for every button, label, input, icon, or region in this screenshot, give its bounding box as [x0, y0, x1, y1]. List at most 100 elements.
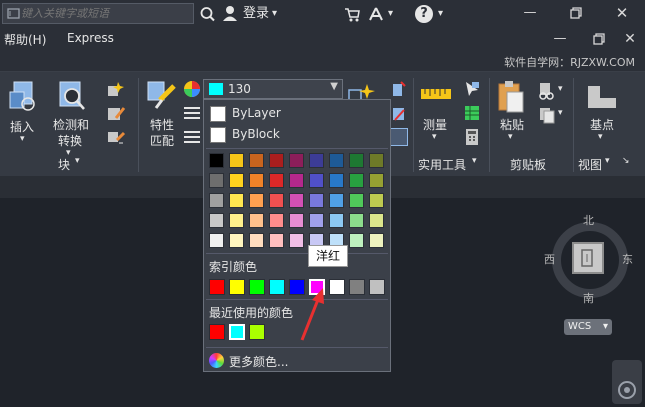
doc-restore-icon[interactable] [591, 30, 607, 48]
help-dropdown-icon[interactable]: ▾ [438, 4, 443, 24]
menu-help[interactable]: 帮助(H) [4, 31, 46, 48]
block-tool-icon-1[interactable] [106, 80, 126, 101]
share-dropdown-icon[interactable]: ▾ [388, 4, 393, 24]
lineweight-icon[interactable] [184, 106, 200, 123]
color-swatch[interactable] [349, 153, 364, 168]
color-swatch[interactable] [249, 193, 264, 208]
color-swatch[interactable] [309, 213, 324, 228]
quick-select-icon[interactable] [464, 80, 480, 101]
login-dropdown-icon[interactable]: ▾ [272, 4, 277, 24]
base-dropdown-icon[interactable]: ▾ [598, 132, 603, 142]
index-color-swatch[interactable] [229, 279, 245, 295]
props-label-2[interactable]: 匹配 [150, 132, 174, 149]
cut-icon[interactable] [538, 82, 556, 103]
user-icon[interactable] [223, 4, 237, 24]
color-combo[interactable]: 130 ▼ [203, 79, 343, 99]
ungroup-icon[interactable] [392, 80, 406, 101]
index-color-swatch[interactable] [329, 279, 345, 295]
color-swatch[interactable] [229, 233, 244, 248]
match-properties-icon[interactable] [146, 80, 178, 115]
color-swatch[interactable] [229, 173, 244, 188]
color-swatch[interactable] [209, 153, 224, 168]
navigation-bar[interactable] [612, 360, 642, 404]
color-swatch[interactable] [289, 153, 304, 168]
menu-express[interactable]: Express [67, 31, 114, 45]
block-tool-icon-3[interactable] [106, 128, 126, 149]
minimize-icon[interactable]: — [522, 4, 538, 22]
cut-dropdown-icon[interactable]: ▾ [558, 84, 563, 94]
search-input[interactable] [21, 5, 191, 22]
color-swatch[interactable] [369, 213, 384, 228]
color-swatch[interactable] [269, 213, 284, 228]
chevron-down-icon[interactable]: ▼ [330, 81, 338, 92]
insert-block-icon[interactable] [8, 80, 38, 117]
compass-east[interactable]: 东 [622, 251, 633, 267]
color-swatch[interactable] [329, 153, 344, 168]
color-swatch[interactable] [209, 213, 224, 228]
color-swatch[interactable] [309, 173, 324, 188]
props-label-1[interactable]: 特性 [150, 116, 174, 133]
color-wheel-icon[interactable] [183, 80, 201, 101]
color-swatch[interactable] [309, 193, 324, 208]
color-swatch[interactable] [209, 233, 224, 248]
share-icon[interactable] [368, 4, 384, 24]
paste-label[interactable]: 粘贴 [500, 116, 524, 133]
option-bylayer[interactable]: ByLayer [208, 105, 386, 123]
doc-close-icon[interactable]: ✕ [622, 30, 638, 48]
color-swatch[interactable] [289, 173, 304, 188]
color-swatch[interactable] [249, 213, 264, 228]
color-swatch[interactable] [249, 153, 264, 168]
login-link[interactable]: 登录 [243, 4, 269, 24]
color-swatch[interactable] [329, 213, 344, 228]
color-swatch[interactable] [349, 213, 364, 228]
index-color-swatch[interactable] [249, 279, 265, 295]
color-swatch[interactable] [229, 193, 244, 208]
color-swatch[interactable] [309, 153, 324, 168]
color-swatch[interactable] [269, 233, 284, 248]
help-icon[interactable]: ? [415, 5, 433, 23]
paste-dropdown-icon[interactable]: ▾ [508, 132, 513, 142]
cart-icon[interactable] [344, 4, 360, 24]
viewcube-top-face[interactable] [572, 242, 604, 274]
detect-label-1[interactable]: 检测和 [53, 116, 89, 133]
index-color-swatch[interactable] [349, 279, 365, 295]
doc-minimize-icon[interactable]: — [552, 30, 568, 48]
block-group-dropdown-icon[interactable]: ▾ [75, 156, 80, 166]
close-icon[interactable]: ✕ [614, 4, 630, 22]
measure-label[interactable]: 测量 [423, 116, 447, 133]
recent-color-swatch[interactable] [209, 324, 225, 340]
index-color-swatch[interactable] [369, 279, 385, 295]
color-swatch[interactable] [249, 173, 264, 188]
view-group-expand-icon[interactable]: ↘ [622, 156, 630, 166]
color-swatch[interactable] [369, 153, 384, 168]
color-swatch[interactable] [289, 193, 304, 208]
group-edit-icon[interactable] [392, 106, 406, 125]
color-swatch[interactable] [289, 233, 304, 248]
recent-color-swatch[interactable] [229, 324, 245, 340]
color-swatch[interactable] [369, 173, 384, 188]
magnifier-icon[interactable] [200, 4, 216, 24]
color-swatch[interactable] [249, 233, 264, 248]
color-swatch[interactable] [229, 153, 244, 168]
recent-color-swatch[interactable] [249, 324, 265, 340]
copy-dropdown-icon[interactable]: ▾ [558, 108, 563, 118]
color-swatch[interactable] [349, 173, 364, 188]
wcs-menu[interactable]: WCS ▾ [564, 319, 612, 335]
copy-icon[interactable] [538, 106, 556, 127]
detect-label-2[interactable]: 转换 [58, 132, 82, 149]
color-swatch[interactable] [349, 193, 364, 208]
color-swatch[interactable] [269, 153, 284, 168]
color-swatch[interactable] [209, 173, 224, 188]
color-swatch[interactable] [369, 193, 384, 208]
option-byblock[interactable]: ByBlock [208, 126, 386, 144]
color-swatch[interactable] [269, 173, 284, 188]
search-box[interactable] [2, 3, 194, 24]
calculator-icon[interactable] [464, 128, 480, 149]
color-swatch[interactable] [329, 173, 344, 188]
base-point-icon[interactable] [586, 82, 618, 113]
color-swatch[interactable] [269, 193, 284, 208]
compass-west[interactable]: 西 [544, 251, 555, 267]
group-select-icon[interactable] [390, 128, 408, 146]
color-swatch[interactable] [349, 233, 364, 248]
compass-north[interactable]: 北 [583, 212, 594, 228]
